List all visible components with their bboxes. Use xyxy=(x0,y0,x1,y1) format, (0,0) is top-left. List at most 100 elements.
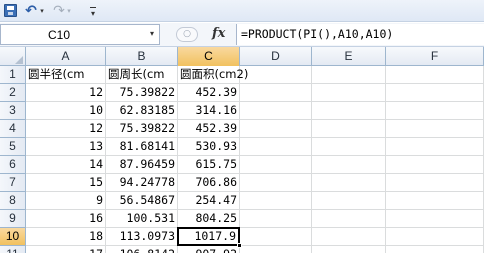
select-all-button[interactable] xyxy=(0,47,26,66)
row-header[interactable]: 4 xyxy=(0,120,26,138)
cell-d1[interactable] xyxy=(240,66,312,84)
row-header[interactable]: 11 xyxy=(0,246,26,253)
column-header-a[interactable]: A xyxy=(26,47,106,66)
chevron-down-icon[interactable]: ▾ xyxy=(150,29,154,38)
cell-c5[interactable]: 530.93 xyxy=(178,138,240,156)
cell-e10[interactable] xyxy=(312,228,386,246)
cell-b1[interactable]: 圆周长(cm xyxy=(106,66,178,84)
redo-dropdown-icon[interactable]: ▾ xyxy=(65,2,73,19)
cell-f10[interactable] xyxy=(386,228,484,246)
insert-function-icon[interactable]: fx xyxy=(212,26,225,41)
cell-f6[interactable] xyxy=(386,156,484,174)
cell-d4[interactable] xyxy=(240,120,312,138)
cell-c4[interactable]: 452.39 xyxy=(178,120,240,138)
row-header[interactable]: 8 xyxy=(0,192,26,210)
cell-b5[interactable]: 81.68141 xyxy=(106,138,178,156)
cell-e8[interactable] xyxy=(312,192,386,210)
cell-d11[interactable] xyxy=(240,246,312,253)
cell-b9[interactable]: 100.531 xyxy=(106,210,178,228)
cell-b7[interactable]: 94.24778 xyxy=(106,174,178,192)
redo-icon[interactable]: ↷ xyxy=(52,2,66,19)
cell-c3[interactable]: 314.16 xyxy=(178,102,240,120)
cell-d8[interactable] xyxy=(240,192,312,210)
cell-d3[interactable] xyxy=(240,102,312,120)
cell-b6[interactable]: 87.96459 xyxy=(106,156,178,174)
undo-dropdown-icon[interactable]: ▾ xyxy=(38,2,46,19)
cell-e3[interactable] xyxy=(312,102,386,120)
row-header[interactable]: 10 xyxy=(0,228,26,246)
cell-a11[interactable]: 17 xyxy=(26,246,106,253)
cell-a1[interactable]: 圆半径(cm xyxy=(26,66,106,84)
cell-c9[interactable]: 804.25 xyxy=(178,210,240,228)
cell-e9[interactable] xyxy=(312,210,386,228)
row-header[interactable]: 9 xyxy=(0,210,26,228)
cell-f1[interactable] xyxy=(386,66,484,84)
cell-a6[interactable]: 14 xyxy=(26,156,106,174)
cell-b8[interactable]: 56.54867 xyxy=(106,192,178,210)
cell-d6[interactable] xyxy=(240,156,312,174)
cell-c7[interactable]: 706.86 xyxy=(178,174,240,192)
cell-d5[interactable] xyxy=(240,138,312,156)
cell-c6[interactable]: 615.75 xyxy=(178,156,240,174)
row-header[interactable]: 7 xyxy=(0,174,26,192)
customize-toolbar-icon[interactable]: ▾ xyxy=(88,2,98,19)
column-header-d[interactable]: D xyxy=(240,47,312,66)
column-header-b[interactable]: B xyxy=(106,47,178,66)
cell-a4[interactable]: 12 xyxy=(26,120,106,138)
cell-e7[interactable] xyxy=(312,174,386,192)
quick-access-toolbar: ↶ ▾ ↷ ▾ ▾ xyxy=(0,0,484,22)
column-header-c[interactable]: C xyxy=(178,47,240,66)
cell-e4[interactable] xyxy=(312,120,386,138)
cell-b2[interactable]: 75.39822 xyxy=(106,84,178,102)
row-header[interactable]: 6 xyxy=(0,156,26,174)
cell-d7[interactable] xyxy=(240,174,312,192)
cell-d9[interactable] xyxy=(240,210,312,228)
cell-c11[interactable]: 907.92 xyxy=(178,246,240,253)
cell-c2[interactable]: 452.39 xyxy=(178,84,240,102)
cell-e5[interactable] xyxy=(312,138,386,156)
cell-a8[interactable]: 9 xyxy=(26,192,106,210)
column-header-e[interactable]: E xyxy=(312,47,386,66)
cell-c1[interactable]: 圆面积(cm2) xyxy=(178,66,248,84)
save-icon[interactable] xyxy=(2,2,18,19)
cell-e6[interactable] xyxy=(312,156,386,174)
name-box[interactable]: C10 ▾ xyxy=(0,24,160,45)
cell-b11[interactable]: 106.8142 xyxy=(106,246,178,253)
row-header[interactable]: 1 xyxy=(0,66,26,84)
cell-a3[interactable]: 10 xyxy=(26,102,106,120)
cell-e1[interactable] xyxy=(312,66,386,84)
cell-b3[interactable]: 62.83185 xyxy=(106,102,178,120)
fill-handle[interactable] xyxy=(237,243,242,248)
cell-f2[interactable] xyxy=(386,84,484,102)
cell-e2[interactable] xyxy=(312,84,386,102)
column-header-f[interactable]: F xyxy=(386,47,484,66)
cell-b4[interactable]: 75.39822 xyxy=(106,120,178,138)
cell-e11[interactable] xyxy=(312,246,386,253)
cell-c10[interactable]: 1017.9 xyxy=(177,227,240,246)
cell-f8[interactable] xyxy=(386,192,484,210)
row-header[interactable]: 5 xyxy=(0,138,26,156)
cell-b10[interactable]: 113.0973 xyxy=(106,228,178,246)
table-row: 1117106.8142907.92 xyxy=(0,246,484,253)
formula-bar-splitter-icon[interactable]: ○ xyxy=(176,27,198,42)
undo-icon[interactable]: ↶ xyxy=(24,2,38,19)
cell-a2[interactable]: 12 xyxy=(26,84,106,102)
cell-d2[interactable] xyxy=(240,84,312,102)
row-header[interactable]: 3 xyxy=(0,102,26,120)
cell-a7[interactable]: 15 xyxy=(26,174,106,192)
cell-f11[interactable] xyxy=(386,246,484,253)
cell-f7[interactable] xyxy=(386,174,484,192)
cell-a5[interactable]: 13 xyxy=(26,138,106,156)
cell-f3[interactable] xyxy=(386,102,484,120)
cell-c8[interactable]: 254.47 xyxy=(178,192,240,210)
cell-a10[interactable]: 18 xyxy=(26,228,106,246)
cell-a9[interactable]: 16 xyxy=(26,210,106,228)
cell-f9[interactable] xyxy=(386,210,484,228)
cell-f4[interactable] xyxy=(386,120,484,138)
formula-input[interactable]: =PRODUCT(PI(),A10,A10) xyxy=(236,24,484,45)
cell-d10[interactable] xyxy=(240,228,312,246)
row-header[interactable]: 2 xyxy=(0,84,26,102)
table-row: 5 13 81.68141 530.93 xyxy=(0,138,484,156)
cell-f5[interactable] xyxy=(386,138,484,156)
table-row: 7 15 94.24778 706.86 xyxy=(0,174,484,192)
